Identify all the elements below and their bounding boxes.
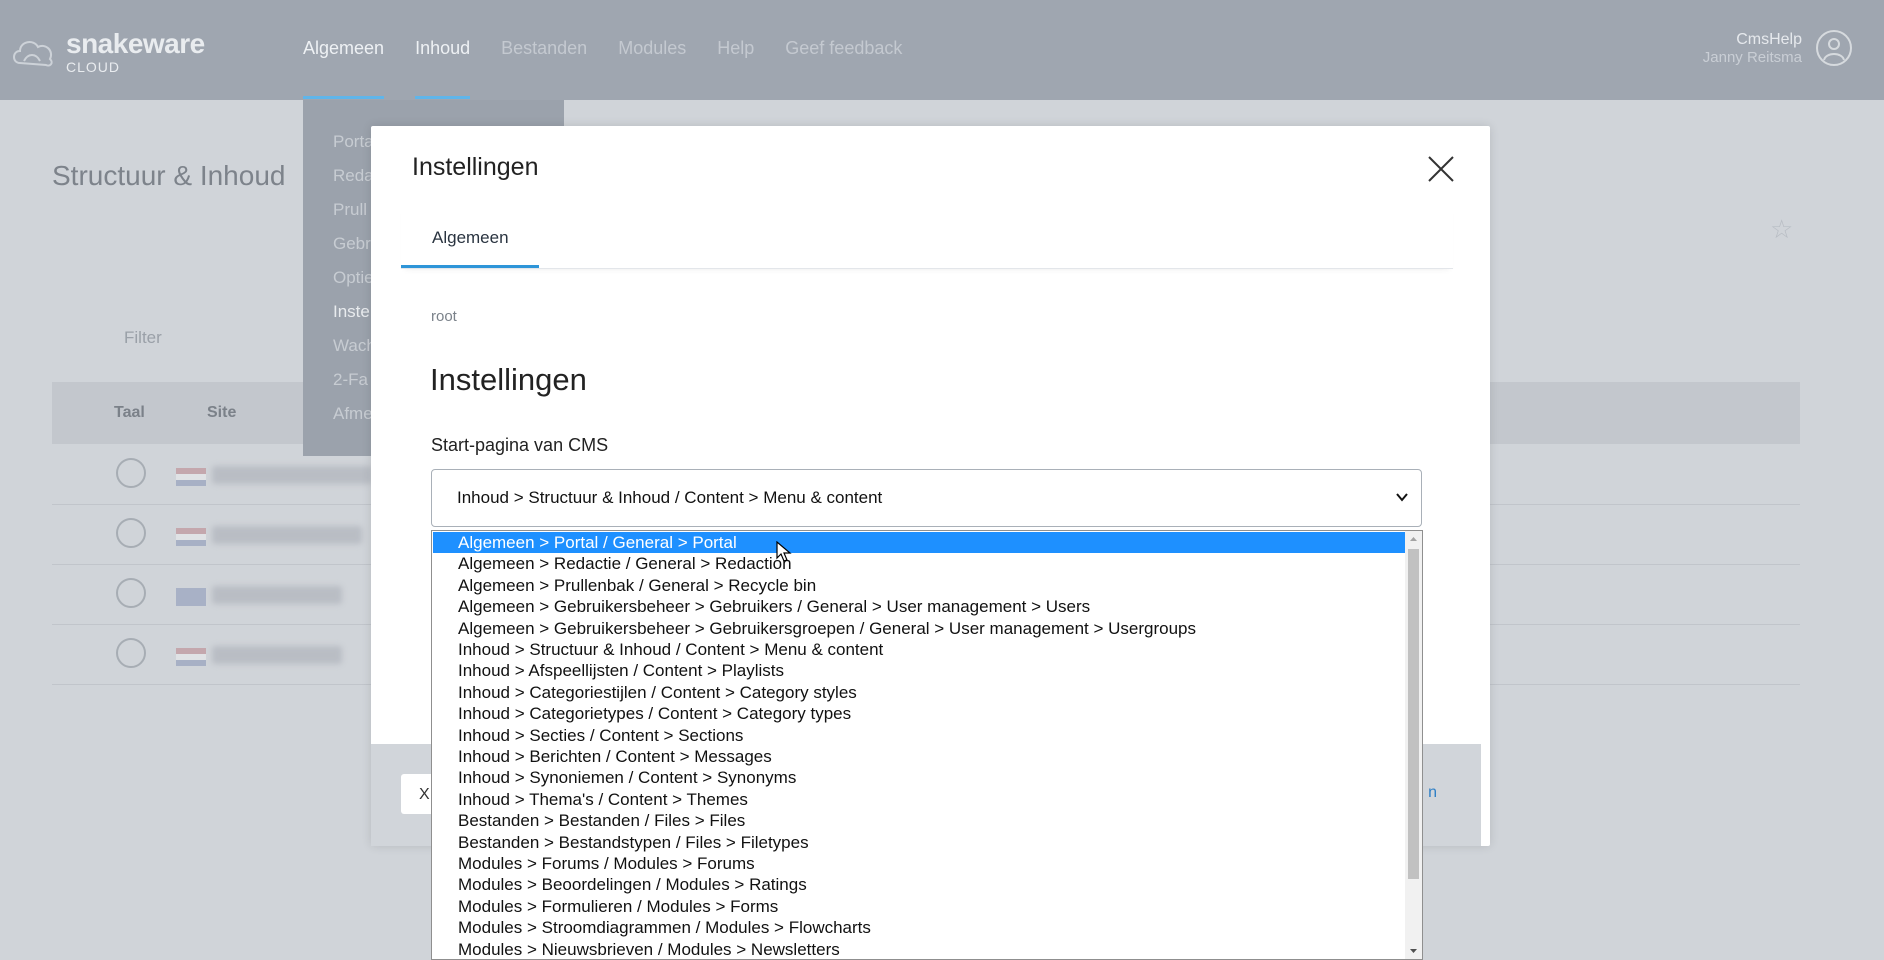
dropdown-option[interactable]: Inhoud > Thema's / Content > Themes bbox=[433, 789, 1405, 810]
flag-uk bbox=[176, 588, 206, 606]
logo-name: snakeware bbox=[66, 28, 205, 59]
globe-icon bbox=[116, 518, 146, 548]
scroll-up-icon[interactable] bbox=[1405, 531, 1422, 547]
nav-help[interactable]: Help bbox=[717, 38, 754, 59]
submenu-item-2fa[interactable]: 2-Fa bbox=[333, 370, 368, 390]
footer-cancel-label: X bbox=[419, 786, 430, 803]
submenu-item-prullenbak[interactable]: Prull bbox=[333, 200, 367, 220]
close-icon[interactable] bbox=[1425, 153, 1457, 185]
tab-algemeen[interactable]: Algemeen bbox=[401, 206, 539, 268]
filter-input[interactable]: Filter bbox=[124, 328, 162, 348]
snakeware-logo[interactable]: snakeware CLOUD bbox=[10, 30, 205, 74]
breadcrumb[interactable]: root bbox=[431, 308, 457, 325]
dropdown-option[interactable]: Algemeen > Redactie / General > Redactio… bbox=[433, 553, 1405, 574]
dropdown-option[interactable]: Inhoud > Berichten / Content > Messages bbox=[433, 746, 1405, 767]
main-nav: Algemeen Inhoud Bestanden Modules Help G… bbox=[303, 38, 933, 99]
submenu-item-redactie[interactable]: Reda bbox=[333, 166, 374, 186]
section-title: Instellingen bbox=[430, 362, 587, 397]
start-page-select[interactable]: Inhoud > Structuur & Inhoud / Content > … bbox=[431, 469, 1422, 527]
blurred-site-name bbox=[212, 586, 342, 604]
dropdown-option[interactable]: Inhoud > Categoriestijlen / Content > Ca… bbox=[433, 682, 1405, 703]
nav-inhoud[interactable]: Inhoud bbox=[415, 38, 471, 99]
blurred-site-name bbox=[212, 526, 362, 544]
submenu-item-opties[interactable]: Optie bbox=[333, 268, 374, 288]
flag-nl bbox=[176, 528, 206, 546]
dropdown-option[interactable]: Inhoud > Categorietypes / Content > Cate… bbox=[433, 703, 1405, 724]
user-avatar-icon[interactable] bbox=[1816, 30, 1852, 66]
dropdown-scrollbar[interactable] bbox=[1405, 531, 1422, 959]
scroll-down-icon[interactable] bbox=[1405, 943, 1422, 959]
start-page-dropdown-list[interactable]: Algemeen > Portal / General > Portal Alge… bbox=[431, 530, 1423, 960]
dropdown-option[interactable]: Modules > Beoordelingen / Modules > Rati… bbox=[433, 874, 1405, 895]
dropdown-option[interactable]: Algemeen > Gebruikersbeheer > Gebruikers… bbox=[433, 596, 1405, 617]
star-icon[interactable]: ☆ bbox=[1770, 214, 1793, 245]
footer-save-link[interactable]: n bbox=[1428, 784, 1437, 802]
dropdown-option[interactable]: Algemeen > Gebruikersbeheer > Gebruikers… bbox=[433, 618, 1405, 639]
blurred-site-name bbox=[212, 466, 372, 484]
globe-icon bbox=[116, 458, 146, 488]
dropdown-option[interactable]: Inhoud > Secties / Content > Sections bbox=[433, 725, 1405, 746]
user-info[interactable]: CmsHelp Janny Reitsma bbox=[1703, 30, 1802, 67]
top-navigation-bar: snakeware CLOUD Algemeen Inhoud Bestande… bbox=[0, 0, 1884, 100]
dropdown-option[interactable]: Modules > Stroomdiagrammen / Modules > F… bbox=[433, 917, 1405, 938]
submenu-item-wachtwoord[interactable]: Wach bbox=[333, 336, 376, 356]
mouse-cursor-icon bbox=[776, 541, 792, 562]
cloud-logo-icon bbox=[13, 41, 53, 67]
modal-tabs: Algemeen bbox=[401, 206, 1453, 269]
flag-nl bbox=[176, 648, 206, 666]
dropdown-option[interactable]: Modules > Forums / Modules > Forums bbox=[433, 853, 1405, 874]
tab-algemeen-label: Algemeen bbox=[432, 228, 509, 247]
nav-bestanden[interactable]: Bestanden bbox=[501, 38, 587, 59]
user-name: CmsHelp bbox=[1736, 31, 1802, 48]
nav-geef-feedback[interactable]: Geef feedback bbox=[785, 38, 902, 59]
dropdown-option[interactable]: Inhoud > Synoniemen / Content > Synonyms bbox=[433, 767, 1405, 788]
start-page-label: Start-pagina van CMS bbox=[431, 435, 609, 455]
submenu-item-gebruikers[interactable]: Gebr bbox=[333, 234, 371, 254]
dropdown-option[interactable]: Bestanden > Bestandstypen / Files > File… bbox=[433, 832, 1405, 853]
chevron-down-icon bbox=[1396, 493, 1408, 502]
globe-icon bbox=[116, 578, 146, 608]
dropdown-option[interactable]: Algemeen > Prullenbak / General > Recycl… bbox=[433, 575, 1405, 596]
user-subtitle: Janny Reitsma bbox=[1702, 49, 1802, 67]
submenu-item-afmelden[interactable]: Afme bbox=[333, 404, 373, 424]
blurred-site-name bbox=[212, 646, 342, 664]
dropdown-option[interactable]: Algemeen > Portal / General > Portal bbox=[433, 532, 1405, 554]
submenu-item-portal[interactable]: Porta bbox=[333, 132, 374, 152]
dropdown-option[interactable]: Inhoud > Afspeellijsten / Content > Play… bbox=[433, 660, 1405, 681]
nav-modules[interactable]: Modules bbox=[618, 38, 686, 59]
column-taal[interactable]: Taal bbox=[114, 404, 145, 422]
scrollbar-thumb[interactable] bbox=[1408, 549, 1419, 879]
start-page-select-value: Inhoud > Structuur & Inhoud / Content > … bbox=[457, 488, 883, 507]
dropdown-option[interactable]: Modules > Formulieren / Modules > Forms bbox=[433, 896, 1405, 917]
page-title: Structuur & Inhoud bbox=[52, 160, 286, 191]
dropdown-option[interactable]: Modules > Nieuwsbrieven / Modules > News… bbox=[433, 939, 1405, 959]
flag-nl bbox=[176, 468, 206, 486]
dropdown-option[interactable]: Bestanden > Bestanden / Files > Files bbox=[433, 810, 1405, 831]
modal-title: Instellingen bbox=[412, 153, 539, 181]
dropdown-option[interactable]: Inhoud > Structuur & Inhoud / Content > … bbox=[433, 639, 1405, 660]
submenu-item-instellingen[interactable]: Inste bbox=[333, 302, 370, 322]
column-site[interactable]: Site bbox=[207, 404, 236, 422]
nav-algemeen[interactable]: Algemeen bbox=[303, 38, 385, 99]
logo-sub: CLOUD bbox=[66, 59, 121, 75]
globe-icon bbox=[116, 638, 146, 668]
